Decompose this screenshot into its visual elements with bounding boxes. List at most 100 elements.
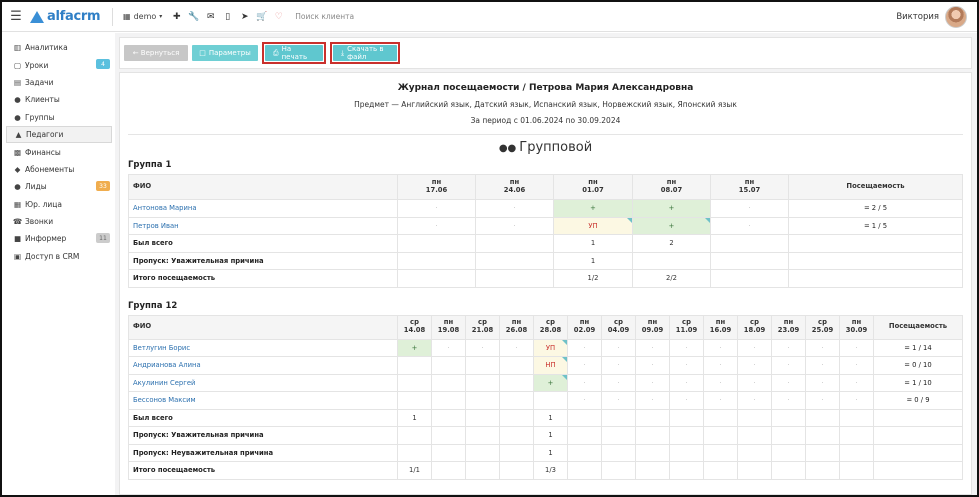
date-column-header[interactable]: пн 16.09: [703, 314, 738, 340]
attendance-cell[interactable]: ·: [771, 338, 806, 357]
cart-icon[interactable]: 🛒: [253, 12, 270, 22]
attendance-cell[interactable]: [465, 356, 500, 375]
attendance-cell[interactable]: ·: [771, 391, 806, 410]
sidebar-item-leads[interactable]: ● Лиды 33: [2, 178, 115, 195]
client-search-input[interactable]: Поиск клиента: [295, 12, 354, 21]
attendance-cell[interactable]: ·: [805, 373, 840, 392]
date-column-header[interactable]: пн 26.08: [499, 314, 534, 340]
telegram-icon[interactable]: ➤: [236, 12, 253, 22]
sidebar-item-teachers[interactable]: ▲ Педагоги: [6, 125, 112, 144]
attendance-cell[interactable]: +: [632, 199, 711, 218]
sidebar-item-calls[interactable]: ☎ Звонки: [2, 213, 115, 230]
attendance-cell[interactable]: [431, 373, 466, 392]
attendance-cell[interactable]: ·: [635, 391, 670, 410]
date-column-header[interactable]: пн 15.07: [710, 174, 789, 200]
attendance-cell[interactable]: ·: [475, 216, 554, 235]
sidebar-item-analytics[interactable]: ▥ Аналитика: [2, 39, 115, 56]
attendance-cell[interactable]: ·: [737, 373, 772, 392]
attendance-cell[interactable]: [397, 356, 432, 375]
attendance-cell[interactable]: ·: [567, 338, 602, 357]
menu-icon[interactable]: ☰: [2, 2, 30, 32]
attendance-cell[interactable]: ·: [397, 199, 476, 218]
attendance-cell[interactable]: ·: [839, 391, 874, 410]
attendance-cell[interactable]: ·: [805, 356, 840, 375]
attendance-cell[interactable]: ·: [703, 373, 738, 392]
date-column-header[interactable]: ср 14.08: [397, 314, 432, 340]
attendance-cell[interactable]: ·: [635, 373, 670, 392]
attendance-cell[interactable]: +: [553, 199, 633, 218]
student-link[interactable]: Бессонов Максим: [128, 391, 398, 410]
sidebar-item-clients[interactable]: ● Клиенты: [2, 91, 115, 108]
sidebar-item-groups[interactable]: ● Группы: [2, 109, 115, 126]
date-column-header[interactable]: ср 11.09: [669, 314, 704, 340]
attendance-cell[interactable]: ·: [397, 216, 476, 235]
attendance-cell[interactable]: УП: [533, 338, 568, 357]
attendance-cell[interactable]: ·: [465, 338, 500, 357]
date-column-header[interactable]: пн 02.09: [567, 314, 602, 340]
attendance-cell[interactable]: ·: [737, 356, 772, 375]
attendance-cell[interactable]: ·: [601, 373, 636, 392]
back-button[interactable]: ← Вернуться: [124, 45, 188, 61]
attendance-cell[interactable]: ·: [601, 356, 636, 375]
attendance-cell[interactable]: [533, 391, 568, 410]
attendance-cell[interactable]: ·: [475, 199, 554, 218]
student-link[interactable]: Андрианова Алина: [128, 356, 398, 375]
date-column-header[interactable]: ср 28.08: [533, 314, 568, 340]
attendance-cell[interactable]: ·: [703, 338, 738, 357]
parameters-button[interactable]: □ Параметры: [192, 45, 258, 61]
attendance-cell[interactable]: [397, 373, 432, 392]
brand-logo[interactable]: alfacrm: [30, 9, 108, 24]
sidebar-item-informer[interactable]: ■ Информер 11: [2, 230, 115, 247]
attendance-cell[interactable]: ·: [710, 199, 789, 218]
sidebar-item-crm-access[interactable]: ▣ Доступ в CRM: [2, 248, 115, 265]
sidebar-item-subscriptions[interactable]: ◆ Абонементы: [2, 161, 115, 178]
student-link[interactable]: Петров Иван: [128, 216, 398, 235]
student-link[interactable]: Антонова Марина: [128, 199, 398, 218]
attendance-cell[interactable]: ·: [635, 356, 670, 375]
attendance-cell[interactable]: [465, 391, 500, 410]
attendance-cell[interactable]: +: [397, 338, 432, 357]
phone-icon[interactable]: ▯: [219, 12, 236, 22]
attendance-cell[interactable]: УП: [553, 216, 633, 235]
student-link[interactable]: Ветлугин Борис: [128, 338, 398, 357]
date-column-header[interactable]: пн 01.07: [553, 174, 633, 200]
plus-icon[interactable]: ✚: [168, 12, 185, 22]
attendance-cell[interactable]: [431, 356, 466, 375]
attendance-cell[interactable]: ·: [567, 373, 602, 392]
user-menu[interactable]: Виктория: [896, 2, 967, 32]
attendance-cell[interactable]: ·: [737, 391, 772, 410]
attendance-cell[interactable]: [499, 391, 534, 410]
mail-icon[interactable]: ✉: [202, 12, 219, 22]
attendance-cell[interactable]: ·: [567, 356, 602, 375]
attendance-cell[interactable]: ·: [669, 373, 704, 392]
attendance-cell[interactable]: ·: [567, 391, 602, 410]
sidebar-item-finance[interactable]: ▩ Финансы: [2, 143, 115, 160]
attendance-cell[interactable]: ·: [771, 373, 806, 392]
date-column-header[interactable]: ср 04.09: [601, 314, 636, 340]
attendance-cell[interactable]: ·: [839, 373, 874, 392]
attendance-cell[interactable]: ·: [737, 338, 772, 357]
attendance-cell[interactable]: ·: [499, 338, 534, 357]
sidebar-item-lessons[interactable]: ▢ Уроки 4: [2, 56, 115, 73]
attendance-cell[interactable]: ·: [669, 391, 704, 410]
date-column-header[interactable]: пн 19.08: [431, 314, 466, 340]
print-button[interactable]: ⎙ На печать: [265, 45, 323, 61]
attendance-cell[interactable]: ·: [635, 338, 670, 357]
attendance-cell[interactable]: [431, 391, 466, 410]
attendance-cell[interactable]: +: [632, 216, 711, 235]
date-column-header[interactable]: пн 24.06: [475, 174, 554, 200]
student-link[interactable]: Акулинин Сергей: [128, 373, 398, 392]
attendance-cell[interactable]: ·: [710, 216, 789, 235]
attendance-cell[interactable]: ·: [669, 338, 704, 357]
date-column-header[interactable]: пн 08.07: [632, 174, 711, 200]
attendance-cell[interactable]: ·: [601, 338, 636, 357]
bell-icon[interactable]: ♡: [270, 12, 287, 22]
attendance-cell[interactable]: ·: [669, 356, 704, 375]
branch-selector[interactable]: ▦ demo ▾: [117, 2, 168, 32]
attendance-cell[interactable]: [499, 356, 534, 375]
download-button[interactable]: ⤓ Скачать в файл: [333, 45, 397, 61]
attendance-cell[interactable]: [465, 373, 500, 392]
attendance-cell[interactable]: ·: [771, 356, 806, 375]
attendance-cell[interactable]: ·: [839, 356, 874, 375]
attendance-cell[interactable]: [499, 373, 534, 392]
